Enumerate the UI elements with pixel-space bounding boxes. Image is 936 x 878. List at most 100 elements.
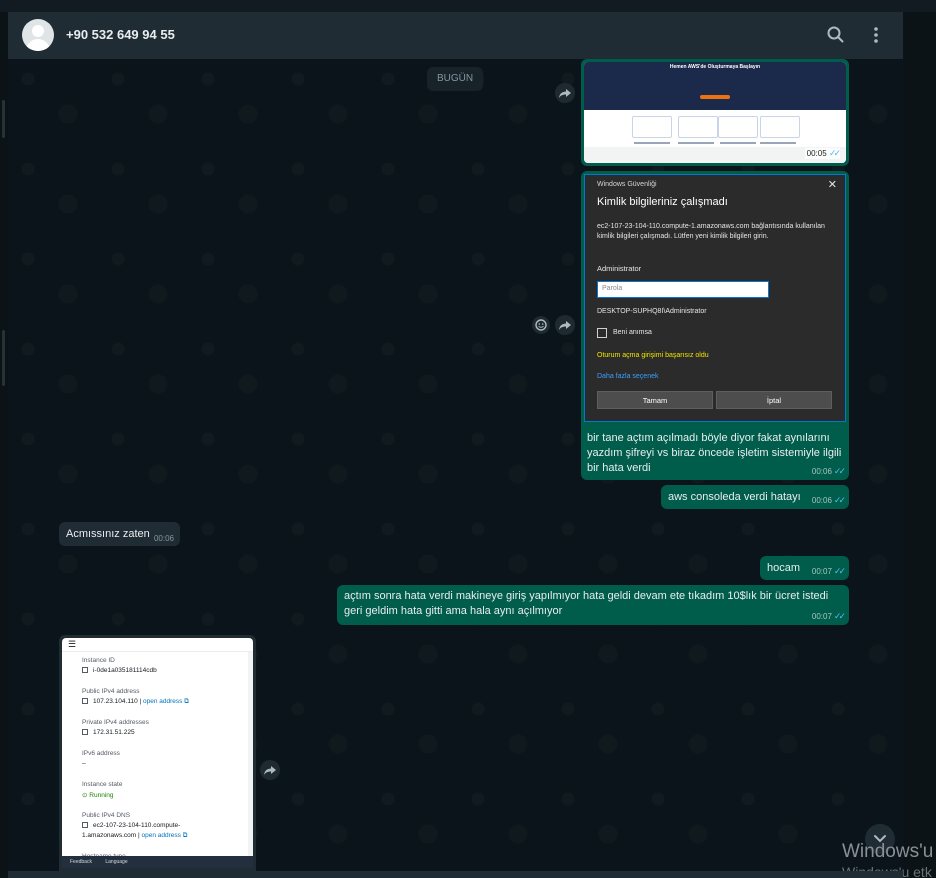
message-bubble-outgoing[interactable]: aws consoleda verdi hatayı 00:06 ✓✓ xyxy=(661,485,849,509)
dialog-domain: DESKTOP-SUPHQ8I\Administrator xyxy=(597,308,707,315)
hamburger-menu-icon: ☰ xyxy=(68,639,77,649)
message-meta: 00:06 xyxy=(154,534,174,543)
forward-icon[interactable] xyxy=(555,315,575,335)
private-ip-text: 172.31.51.225 xyxy=(93,729,135,736)
windows-security-dialog: Windows Güvenliği ✕ Kimlik bilgileriniz … xyxy=(584,174,846,422)
read-ticks-icon: ✓✓ xyxy=(833,611,846,621)
public-dns-value-line2: 1.amazonaws.com | open address ⧉ xyxy=(82,832,188,839)
avatar-head-shape xyxy=(32,25,44,37)
dialog-heading: Kimlik bilgileriniz çalışmadı xyxy=(597,196,728,208)
message-bubble-outgoing[interactable]: hocam 00:07 ✓✓ xyxy=(760,556,849,580)
instance-id-label: Instance ID xyxy=(82,657,115,664)
windows-activation-watermark: Windows'u xyxy=(842,841,934,862)
copy-icon xyxy=(82,698,88,705)
message-bubble-outgoing[interactable]: açtım sonra hata verdi makineye giriş ya… xyxy=(337,585,849,625)
open-address-link: open address xyxy=(141,832,181,839)
message-meta: 00:05 ✓✓ xyxy=(804,148,841,159)
private-ip-label: Private IPv4 addresses xyxy=(82,719,149,726)
public-ip-value: 107.23.104.110 | open address ⧉ xyxy=(82,698,189,706)
public-dns-line2: 1.amazonaws.com xyxy=(82,832,137,839)
chat-area[interactable]: BUGÜN Hemen AWS'de Oluşturmaya Başlayın … xyxy=(8,59,903,871)
right-gutter xyxy=(903,12,936,878)
panel-scroll-track xyxy=(248,652,253,862)
image-message-windows-security[interactable]: Windows Güvenliği ✕ Kimlik bilgileriniz … xyxy=(581,171,849,425)
aws-feature-text xyxy=(720,142,756,144)
message-meta: 00:06 ✓✓ xyxy=(811,466,846,477)
panel-toolbar: ☰ xyxy=(62,638,253,652)
aws-console-footer: Feedback Language xyxy=(62,856,253,868)
message-time: 00:05 xyxy=(806,149,827,158)
public-dns-label: Public IPv4 DNS xyxy=(82,812,131,819)
aws-instance-panel: ☰ Instance ID i-0de1a035181114cdb Public… xyxy=(62,638,253,868)
message-meta: 00:07 ✓✓ xyxy=(811,611,846,622)
forward-icon[interactable] xyxy=(260,760,280,780)
public-ip-text: 107.23.104.110 xyxy=(93,698,138,705)
left-edge-marker xyxy=(2,100,5,138)
copy-icon xyxy=(82,729,88,736)
aws-banner-button xyxy=(700,95,730,99)
contact-name[interactable]: +90 532 649 94 55 xyxy=(66,27,175,42)
aws-feature-card xyxy=(632,116,672,138)
dialog-ok-button: Tamam xyxy=(597,391,713,409)
message-time: 00:06 xyxy=(811,496,832,505)
date-chip: BUGÜN xyxy=(427,67,484,91)
external-link-icon: ⧉ xyxy=(184,698,189,705)
read-ticks-icon: ✓✓ xyxy=(833,566,846,576)
aws-feature-text xyxy=(678,142,714,144)
external-link-icon: ⧉ xyxy=(182,832,188,839)
public-dns-line1: ec2-107-23-104-110.compute- xyxy=(93,822,181,829)
avatar-body-shape xyxy=(26,39,50,51)
image-message-aws[interactable]: Hemen AWS'de Oluşturmaya Başlayın 00:05 … xyxy=(581,59,849,166)
running-check-icon: ⊙ xyxy=(82,792,88,799)
private-ip-value: 172.31.51.225 xyxy=(82,729,135,736)
aws-feature-text xyxy=(760,142,796,144)
left-panel-edge xyxy=(0,12,8,878)
image-message-aws-instance[interactable]: ☰ Instance ID i-0de1a035181114cdb Public… xyxy=(59,635,256,871)
footer-language: Language xyxy=(105,859,128,865)
instance-state-label: Instance state xyxy=(82,781,123,788)
aws-landing-screenshot: Hemen AWS'de Oluşturmaya Başlayın 00:05 … xyxy=(584,62,846,163)
read-ticks-icon: ✓✓ xyxy=(828,148,841,158)
left-edge-marker xyxy=(2,330,5,386)
close-icon: ✕ xyxy=(827,179,837,191)
aws-feature-card xyxy=(678,116,718,138)
kebab-menu-icon[interactable] xyxy=(865,24,887,46)
instance-state-value: ⊙ Running xyxy=(82,791,113,799)
instance-id-value: i-0de1a035181114cdb xyxy=(82,667,157,674)
message-time: 00:07 xyxy=(811,612,832,621)
message-meta: 00:06 ✓✓ xyxy=(811,495,846,506)
chat-header: +90 532 649 94 55 xyxy=(8,12,903,59)
public-dns-value: ec2-107-23-104-110.compute- xyxy=(82,822,180,829)
aws-banner-title: Hemen AWS'de Oluşturmaya Başlayın xyxy=(669,64,761,70)
ipv6-value: – xyxy=(82,760,86,767)
message-time: 00:06 xyxy=(153,534,174,543)
forward-icon[interactable] xyxy=(555,83,575,103)
read-ticks-icon: ✓✓ xyxy=(833,495,846,505)
dialog-window-title: Windows Güvenliği xyxy=(597,181,657,188)
message-meta: 00:07 ✓✓ xyxy=(812,566,846,577)
public-ip-label: Public IPv4 address xyxy=(82,688,140,695)
search-icon[interactable] xyxy=(825,24,847,46)
message-bubble-incoming[interactable]: Acmıssınız zaten 00:06 xyxy=(59,522,180,546)
dialog-remember-label: Beni anımsa xyxy=(613,329,652,336)
copy-icon xyxy=(82,667,88,674)
message-bubble-outgoing[interactable]: bir tane açtım açılmadı böyle diyor faka… xyxy=(581,425,849,480)
message-time: 00:06 xyxy=(811,467,832,476)
instance-state-text: Running xyxy=(89,792,114,799)
open-address-link: open address xyxy=(143,698,183,705)
dialog-description: ec2-107-23-104-110.compute-1.amazonaws.c… xyxy=(597,223,825,240)
dialog-password-field: Parola xyxy=(597,281,769,298)
dialog-remember-checkbox xyxy=(597,328,607,338)
avatar[interactable] xyxy=(22,19,54,51)
aws-feature-card xyxy=(760,116,800,138)
instance-id-text: i-0de1a035181114cdb xyxy=(93,667,157,674)
dialog-cancel-button: İptal xyxy=(716,391,832,409)
message-text: bir tane açtım açılmadı böyle diyor faka… xyxy=(587,432,842,474)
ipv6-label: IPv6 address xyxy=(82,750,120,757)
footer-feedback: Feedback xyxy=(70,859,92,865)
copy-icon xyxy=(82,822,88,829)
composer-bar-edge xyxy=(8,871,903,878)
message-text: açtım sonra hata verdi makineye giriş ya… xyxy=(344,590,829,617)
read-ticks-icon: ✓✓ xyxy=(833,466,846,476)
emoji-reaction-icon[interactable] xyxy=(532,316,550,334)
